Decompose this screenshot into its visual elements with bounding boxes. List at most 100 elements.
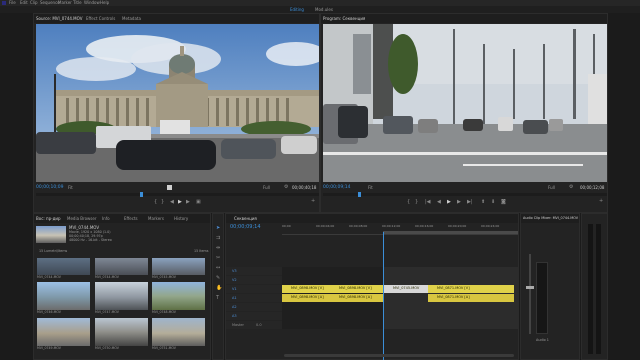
menu-marker[interactable]: Marker: [58, 1, 72, 5]
bin-item-name: MVI_0745.MOV: [152, 275, 176, 279]
track-header-a2[interactable]: A2: [226, 303, 282, 311]
tab-history[interactable]: History: [174, 217, 188, 221]
tab-info[interactable]: Info: [102, 217, 110, 221]
prog-export-frame-icon[interactable]: ◙: [501, 200, 506, 205]
prog-go-in-icon[interactable]: |◀: [425, 200, 431, 205]
mark-in-icon[interactable]: {: [154, 200, 157, 205]
menu-file[interactable]: File: [9, 1, 16, 5]
prog-lift-icon[interactable]: ⬆: [481, 200, 485, 205]
step-forward-icon[interactable]: ▶: [186, 200, 190, 205]
program-fit-select[interactable]: Fit: [368, 186, 373, 190]
menu-edit[interactable]: Edit: [20, 1, 28, 5]
bin-thumb[interactable]: [152, 318, 205, 346]
ruler-label: 00;00;16;00: [415, 224, 434, 228]
prog-mark-in-icon[interactable]: {: [407, 200, 410, 205]
source-zoom-icon[interactable]: [167, 185, 172, 190]
track-header-v1[interactable]: V1: [226, 285, 282, 293]
timeline-timecode[interactable]: 00;00;09;14: [230, 225, 261, 230]
tab-media-browser[interactable]: Media Browser: [67, 217, 97, 221]
tab-effects[interactable]: Effects: [124, 217, 138, 221]
prog-extract-icon[interactable]: ⬇: [491, 200, 495, 205]
razor-tool-icon[interactable]: ✂: [216, 256, 220, 261]
track-label: V3: [232, 269, 237, 273]
menu-clip[interactable]: Clip: [30, 1, 38, 5]
mixer-fader-knob[interactable]: [526, 286, 534, 289]
type-tool-icon[interactable]: T: [216, 296, 219, 301]
menu-sequence[interactable]: Sequence: [40, 1, 60, 5]
workspace-editing-tab[interactable]: Editing: [290, 8, 304, 12]
bin-thumb[interactable]: [152, 282, 205, 310]
source-fit-select[interactable]: Fit: [68, 186, 73, 190]
timeline-clip-video[interactable]: MVI_0898.MOV [V]: [282, 285, 330, 293]
prog-step-forward-icon[interactable]: ▶: [457, 200, 461, 205]
menu-help[interactable]: Help: [100, 1, 109, 5]
tab-project[interactable]: Вос: пр-дир: [36, 217, 61, 221]
track-lanes: MVI_0898.MOV [V] MVI_0898.MOV [V] MVI_07…: [282, 267, 518, 329]
tab-effect-controls[interactable]: Effect Controls: [86, 17, 115, 21]
track-select-tool-icon[interactable]: ⇉: [216, 236, 220, 241]
source-timecode[interactable]: 00;00;10;09: [36, 185, 63, 191]
tab-audio-clip-mixer[interactable]: Audio Clip Mixer: MVI_0744.MOV: [523, 216, 578, 220]
timeline-scrollbar[interactable]: [284, 354, 514, 357]
workspace-modules-tab[interactable]: Mod.ules: [315, 8, 333, 12]
play-icon[interactable]: ▶: [178, 200, 182, 205]
timeline-clip-audio[interactable]: MVI_0898.MOV [A]: [282, 294, 330, 302]
ripple-tool-icon[interactable]: ⇹: [216, 246, 220, 251]
slip-tool-icon[interactable]: ↔: [216, 266, 220, 271]
timeline-clip-audio[interactable]: MVI_0898.MOV [A]: [330, 294, 384, 302]
work-area-bar[interactable]: [383, 231, 518, 234]
hand-tool-icon[interactable]: ✋: [216, 286, 222, 291]
bin-thumb[interactable]: [95, 282, 148, 310]
track-header-master[interactable]: Master 0.0: [226, 321, 282, 329]
track-header-v2[interactable]: V2: [226, 276, 282, 284]
tab-sequence[interactable]: Секвенция: [234, 217, 257, 221]
menu-title[interactable]: Title: [73, 1, 82, 5]
source-playhead[interactable]: [140, 192, 143, 197]
bin-thumb[interactable]: [37, 318, 90, 346]
source-scrub-bar[interactable]: [36, 192, 319, 197]
program-full-select[interactable]: Full: [548, 186, 555, 190]
bin-thumb[interactable]: [95, 318, 148, 346]
program-wrench-icon[interactable]: ⚙: [569, 185, 573, 190]
track-label: A1: [232, 296, 237, 300]
bin-thumb[interactable]: [37, 258, 90, 275]
prog-step-back-icon[interactable]: ◀: [437, 200, 441, 205]
master-label: Master: [232, 323, 244, 327]
timeline-playhead[interactable]: [383, 232, 384, 360]
program-settings-icon[interactable]: +: [599, 199, 603, 204]
tab-metadata[interactable]: Metadata: [122, 17, 141, 21]
bin-thumb[interactable]: [37, 282, 90, 310]
program-scrub-bar[interactable]: [323, 192, 607, 197]
source-wrench-icon[interactable]: ⚙: [284, 185, 288, 190]
track-header-v3[interactable]: V3: [226, 267, 282, 275]
step-back-icon[interactable]: ◀: [170, 200, 174, 205]
program-playhead[interactable]: [358, 192, 361, 197]
bin-item-name: MVI_0751.MOV: [152, 346, 176, 350]
prog-go-out-icon[interactable]: ▶|: [467, 200, 473, 205]
ruler-label: 00;00;12;00: [382, 224, 401, 228]
tab-program[interactable]: Program: Секвенция: [323, 17, 365, 21]
insert-icon[interactable]: ▣: [196, 200, 201, 205]
tab-source[interactable]: Source: MVI_0744.MOV: [36, 17, 82, 21]
menu-window[interactable]: Window: [84, 1, 100, 5]
timeline-clip-video[interactable]: MVI_0871.MOV [V]: [428, 285, 514, 293]
pen-tool-icon[interactable]: ✎: [216, 276, 220, 281]
mixer-fader-track[interactable]: [529, 254, 531, 334]
timeline-clip-audio[interactable]: MVI_0871.MOV [A]: [428, 294, 514, 302]
source-settings-icon[interactable]: +: [311, 199, 315, 204]
project-search-label[interactable]: 15 Lumetri/Items: [39, 249, 67, 253]
timeline-clip-video[interactable]: MVI_0745.MOV: [384, 285, 428, 293]
program-timecode[interactable]: 00;00;09;14: [323, 185, 350, 191]
prog-play-icon[interactable]: ▶: [447, 200, 451, 205]
selection-tool-icon[interactable]: ➤: [216, 226, 220, 231]
tab-markers[interactable]: Markers: [148, 217, 164, 221]
track-header-a1[interactable]: A1: [226, 294, 282, 302]
prog-mark-out-icon[interactable]: }: [415, 200, 418, 205]
mark-out-icon[interactable]: }: [161, 200, 164, 205]
bin-thumb[interactable]: [95, 258, 148, 275]
ruler-label: 00;00: [282, 224, 291, 228]
source-full-select[interactable]: Full: [263, 186, 270, 190]
timeline-clip-video[interactable]: MVI_0898.MOV [V]: [330, 285, 384, 293]
track-header-a3[interactable]: A3: [226, 312, 282, 320]
bin-thumb[interactable]: [152, 258, 205, 275]
